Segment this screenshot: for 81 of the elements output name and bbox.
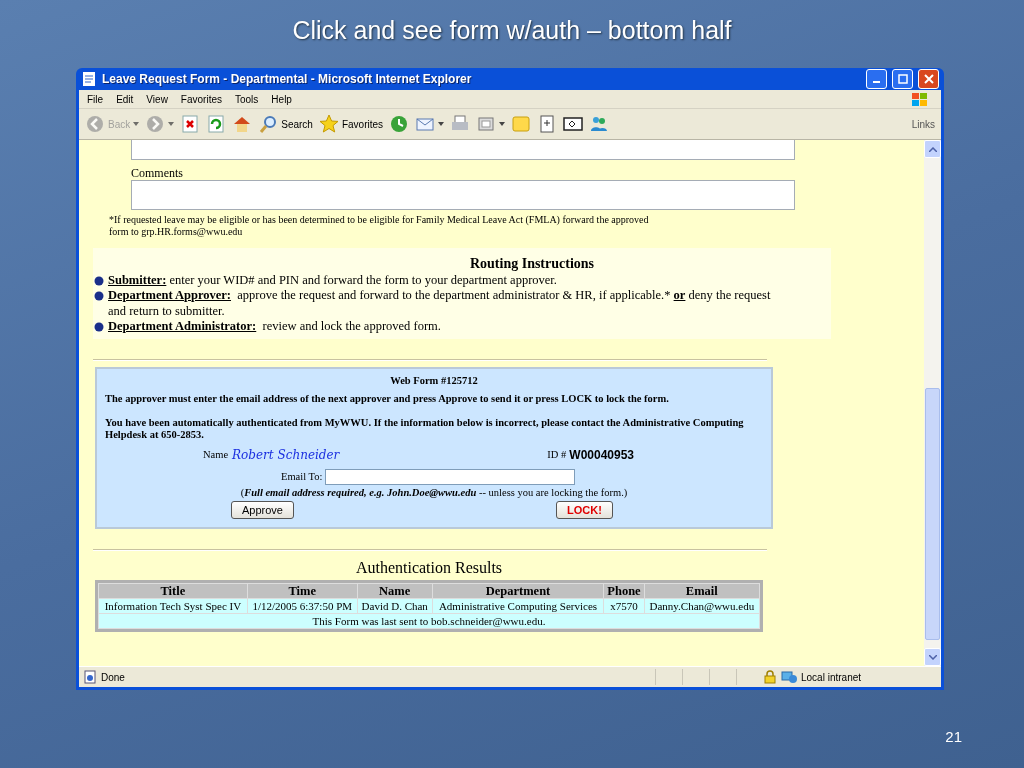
table-cell: Danny.Chan@wwu.edu <box>644 598 759 613</box>
page-icon <box>81 71 97 87</box>
maximize-button[interactable] <box>892 69 913 89</box>
text-area[interactable] <box>131 140 795 160</box>
page-icon <box>83 670 97 684</box>
toolbar-button[interactable]: Search <box>258 114 313 134</box>
caret-icon <box>168 122 175 126</box>
network-icon <box>781 670 797 684</box>
scroll-thumb[interactable] <box>925 388 940 640</box>
email-field[interactable] <box>325 468 576 485</box>
menu-item[interactable]: File <box>87 93 104 105</box>
slide-title: Click and see form w/auth – bottom half <box>292 16 732 46</box>
routing-instruction: Department Approver: approve the request and forward to the department administrator & HR, if applicable.* or deny the request and return to submitter. <box>108 288 772 319</box>
form-title: Web Form #125712 <box>389 374 479 387</box>
bullet-icon <box>93 291 105 301</box>
back-icon <box>85 114 105 134</box>
column-header: Department <box>432 583 604 598</box>
people-icon <box>589 114 610 134</box>
email-hint: (Full email address required, e.g. John.Doe@wwu.edu -- unless you are locking the form.) <box>239 486 629 499</box>
instruction-text: You have been automatically authenticated from MyWWU. If the information below is incorrect, please contact the Administrative Computing Helpdesk at 650-2853. <box>105 416 745 441</box>
fmla-note: *If requested leave may be eligible or has been determined to be eligible for Family Medical Leave Act (FMLA) forward the approved form to grp.HR.forms@wwu.edu <box>109 214 650 238</box>
menu-item[interactable]: Favorites <box>180 93 222 105</box>
window-title: Leave Request Form - Departmental - Microsoft Internet Explorer <box>102 72 473 86</box>
scroll-up-button[interactable] <box>924 140 941 158</box>
comments-field[interactable] <box>131 180 795 210</box>
links-label[interactable]: Links <box>911 118 935 130</box>
close-icon <box>923 74 934 84</box>
column-header: Name <box>357 583 432 598</box>
forward-icon <box>145 114 166 134</box>
table-cell: Administrative Computing Services <box>432 598 604 613</box>
routing-instruction: Submitter: enter your WID# and PIN and forward the form to your department approver. <box>108 272 558 288</box>
refresh-icon <box>206 114 227 134</box>
lock-button[interactable]: LOCK! <box>556 500 613 519</box>
caret-icon <box>438 122 445 126</box>
toolbar-button[interactable]: Favorites <box>318 114 384 134</box>
field-label: Comments <box>131 166 184 180</box>
menu-item[interactable]: View <box>146 93 168 105</box>
clock-icon <box>389 114 410 134</box>
status-text: Done <box>101 671 126 683</box>
section-heading: Authentication Results <box>354 558 504 577</box>
column-header: Time <box>247 583 357 598</box>
page-number: 21 <box>945 728 962 745</box>
caret-icon <box>499 122 506 126</box>
table-cell: Information Tech Syst Spec IV <box>99 598 247 613</box>
approve-button[interactable]: Approve <box>231 500 294 519</box>
bullet-icon <box>93 275 105 286</box>
scroll-down-button[interactable] <box>924 648 941 666</box>
frame-icon <box>563 114 584 134</box>
table-cell: David D. Chan <box>357 598 432 613</box>
id-label: ID # <box>547 448 567 461</box>
column-header: Email <box>644 583 759 598</box>
note-icon <box>511 114 532 134</box>
flag-logo-icon <box>911 91 929 107</box>
id-value: W00040953 <box>569 448 635 461</box>
instruction-text: The approver must enter the email address of the next approver and press Approve to send it or press LOCK to lock the form. <box>105 392 670 405</box>
caret-icon <box>133 122 140 126</box>
window-icon <box>476 114 497 134</box>
table-cell: 1/12/2005 6:37:50 PM <box>247 598 357 613</box>
lock-icon <box>763 670 777 684</box>
column-header: Title <box>99 583 247 598</box>
menu-item[interactable]: Tools <box>235 93 259 105</box>
toolbar-button[interactable] <box>563 114 584 134</box>
star-icon <box>318 114 339 134</box>
menu-item[interactable]: Edit <box>116 93 134 105</box>
close-button[interactable] <box>918 69 939 89</box>
section-heading: Routing Instructions <box>468 256 596 272</box>
maximize-icon <box>897 74 908 84</box>
routing-instruction: Department Administrator: review and lock the approved form. <box>108 319 442 335</box>
email-label: Email To: <box>281 470 323 483</box>
column-header: Phone <box>604 583 644 598</box>
scrollbar[interactable] <box>924 140 941 666</box>
user-name: Robert Schneider <box>232 448 340 461</box>
name-label: Name <box>203 448 229 461</box>
zone-text: Local intranet <box>801 671 863 683</box>
table-cell: This Form was last sent to bob.schneider@wwu.edu. <box>99 613 759 628</box>
bullet-icon <box>93 322 105 332</box>
menu-item[interactable]: Help <box>271 93 292 105</box>
stop-icon <box>180 114 201 134</box>
minimize-button[interactable] <box>866 69 887 89</box>
search-icon <box>258 114 279 134</box>
table-cell: x7570 <box>604 598 644 613</box>
